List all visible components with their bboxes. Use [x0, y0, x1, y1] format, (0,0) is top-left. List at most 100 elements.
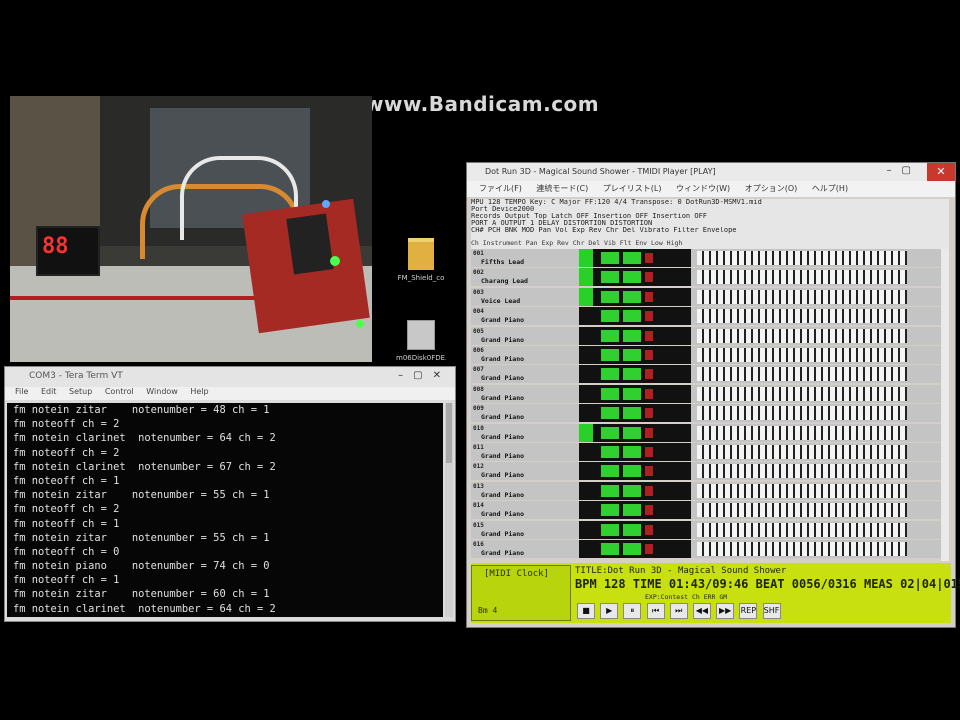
track-number: 009 [473, 405, 484, 413]
keyboard-display [697, 309, 907, 324]
track-row[interactable]: 013 Grand Piano [471, 481, 949, 500]
keyboard-display [697, 328, 907, 343]
console-window-buttons[interactable]: –▢✕ [398, 370, 451, 381]
track-instrument: Grand Piano [481, 471, 525, 480]
track-instrument: Voice Lead [481, 296, 521, 305]
player-menu-file[interactable]: ファイル(F) [479, 184, 522, 193]
stop-button[interactable]: ■ [577, 603, 595, 619]
bandicam-watermark: www.Bandicam.com [365, 92, 600, 116]
track-meters [579, 346, 691, 364]
track-row[interactable]: 004 Grand Piano [471, 307, 949, 326]
track-number: 013 [473, 482, 484, 490]
track-number: 012 [473, 463, 484, 471]
player-menubar: ファイル(F) 連続モード(C) プレイリスト(L) ウィンドウ(W) オプショ… [467, 181, 955, 197]
console-menu-file[interactable]: File [15, 387, 28, 396]
track-instrument: Grand Piano [481, 413, 525, 422]
track-instrument: Grand Piano [481, 393, 525, 402]
console-menu-edit[interactable]: Edit [41, 387, 57, 396]
close-icon[interactable]: ✕ [927, 163, 955, 181]
desktop-icon-file[interactable]: m06Disk0FDE..D [396, 320, 446, 362]
rev-indicator [645, 427, 653, 438]
rev-indicator [645, 291, 653, 302]
rev-indicator [645, 253, 653, 263]
player-menu-window[interactable]: ウィンドウ(W) [676, 184, 730, 193]
player-window-buttons[interactable]: –▢ [887, 165, 921, 176]
rev-indicator [645, 388, 653, 399]
midi-player-window[interactable]: Dot Run 3D - Magical Sound Shower - TMID… [466, 162, 960, 628]
console-line: fm noteoff ch = 1 [13, 474, 120, 487]
track-row[interactable]: 003 Voice Lead [471, 287, 949, 306]
pan-indicator [601, 407, 619, 420]
exp-indicator [623, 446, 641, 458]
track-meters [579, 326, 691, 345]
rewind-button[interactable]: ◀◀ [692, 603, 711, 619]
console-line: fm notein zitar notenumber = 60 ch = 1 [13, 588, 270, 601]
fast-forward-button[interactable]: ▶▶ [716, 603, 735, 619]
console-titlebar[interactable]: COM3 - Tera Term VT –▢✕ [5, 367, 455, 387]
track-row[interactable]: 016 Grand Piano [471, 540, 949, 558]
track-row[interactable]: 005 Grand Piano [471, 326, 949, 345]
console-line: fm notein zitar notenumber = 48 ch = 1 [13, 404, 270, 416]
track-number: 006 [473, 347, 484, 354]
play-button[interactable]: ▶ [600, 603, 619, 619]
pan-indicator [601, 368, 619, 381]
serial-console-window[interactable]: COM3 - Tera Term VT –▢✕ File Edit Setup … [4, 366, 456, 622]
pan-indicator [601, 543, 619, 555]
next-button[interactable]: ⏭ [669, 603, 688, 619]
shuffle-button[interactable]: SHF [762, 603, 781, 619]
info-line: CH# PCH BNK MOD Pan Vol Exp Rev Chr Del … [471, 227, 737, 234]
track-header: Ch Instrument Pan Exp Rev Chr Del Vib Fl… [471, 239, 949, 249]
track-number: 003 [473, 288, 484, 296]
pause-button[interactable]: ⏸ [623, 603, 642, 619]
transport-controls: ■ ▶ ⏸ ⏮ ⏭ ◀◀ ▶▶ REP SHF [577, 603, 783, 619]
track-row[interactable]: 014 Grand Piano [471, 501, 949, 520]
track-scrollbar[interactable] [941, 249, 949, 561]
console-menu-help[interactable]: Help [190, 387, 208, 396]
player-titlebar[interactable]: Dot Run 3D - Magical Sound Shower - TMID… [467, 163, 955, 181]
player-menu-playlist[interactable]: プレイリスト(L) [603, 184, 662, 193]
track-row[interactable]: 008 Grand Piano [471, 384, 949, 403]
track-row[interactable]: 012 Grand Piano [471, 462, 949, 481]
console-menu-control[interactable]: Control [105, 387, 134, 396]
console-menu-window[interactable]: Window [146, 387, 178, 396]
velocity-meter [579, 287, 593, 306]
track-row[interactable]: 007 Grand Piano [471, 365, 949, 384]
webcam-led-green-2 [356, 320, 364, 328]
track-row[interactable]: 011 Grand Piano [471, 443, 949, 461]
track-row[interactable]: 015 Grand Piano [471, 520, 949, 539]
velocity-meter [579, 423, 593, 442]
exp-indicator [623, 426, 641, 439]
exp-indicator [623, 465, 641, 478]
pan-indicator [601, 523, 619, 536]
track-row[interactable]: 010 Grand Piano [471, 423, 949, 442]
console-line: fm notein clarinet notenumber = 64 ch = … [13, 432, 276, 445]
console-menu-setup[interactable]: Setup [69, 387, 92, 396]
console-scrollbar[interactable] [445, 403, 453, 617]
track-meters [579, 501, 691, 520]
track-number: 008 [473, 385, 484, 393]
desktop-icon-fm-shield[interactable]: FM_Shield_co [396, 238, 446, 282]
track-row[interactable]: 001 Fifths Lead [471, 249, 949, 267]
console-terminal[interactable]: fm notein zitar notenumber = 48 ch = 1 f… [7, 403, 443, 617]
track-row[interactable]: 009 Grand Piano [471, 404, 949, 423]
rev-indicator [645, 485, 653, 496]
player-title: Dot Run 3D - Magical Sound Shower - TMID… [485, 167, 716, 176]
status-subline: EXP:Contest Ch ERR GM [645, 593, 728, 601]
exp-indicator [623, 543, 641, 555]
console-scroll-thumb[interactable] [446, 403, 452, 463]
pan-indicator [601, 329, 619, 342]
repeat-button[interactable]: REP [739, 603, 758, 619]
player-menu-help[interactable]: ヘルプ(H) [812, 184, 848, 193]
keyboard-display [697, 251, 907, 265]
track-number: 016 [473, 541, 484, 548]
player-menu-continuous[interactable]: 連続モード(C) [536, 184, 588, 193]
bpm-time-readout: BPM 128 TIME 01:43/09:46 BEAT 0056/0316 … [575, 577, 960, 591]
webcam-overlay: 88 [10, 96, 372, 362]
track-meters [579, 404, 691, 423]
prev-button[interactable]: ⏮ [646, 603, 665, 619]
track-row[interactable]: 006 Grand Piano [471, 346, 949, 364]
track-number: 004 [473, 308, 484, 316]
player-menu-options[interactable]: オプション(O) [745, 184, 798, 193]
exp-indicator [623, 271, 641, 284]
track-row[interactable]: 002 Charang Lead [471, 268, 949, 287]
